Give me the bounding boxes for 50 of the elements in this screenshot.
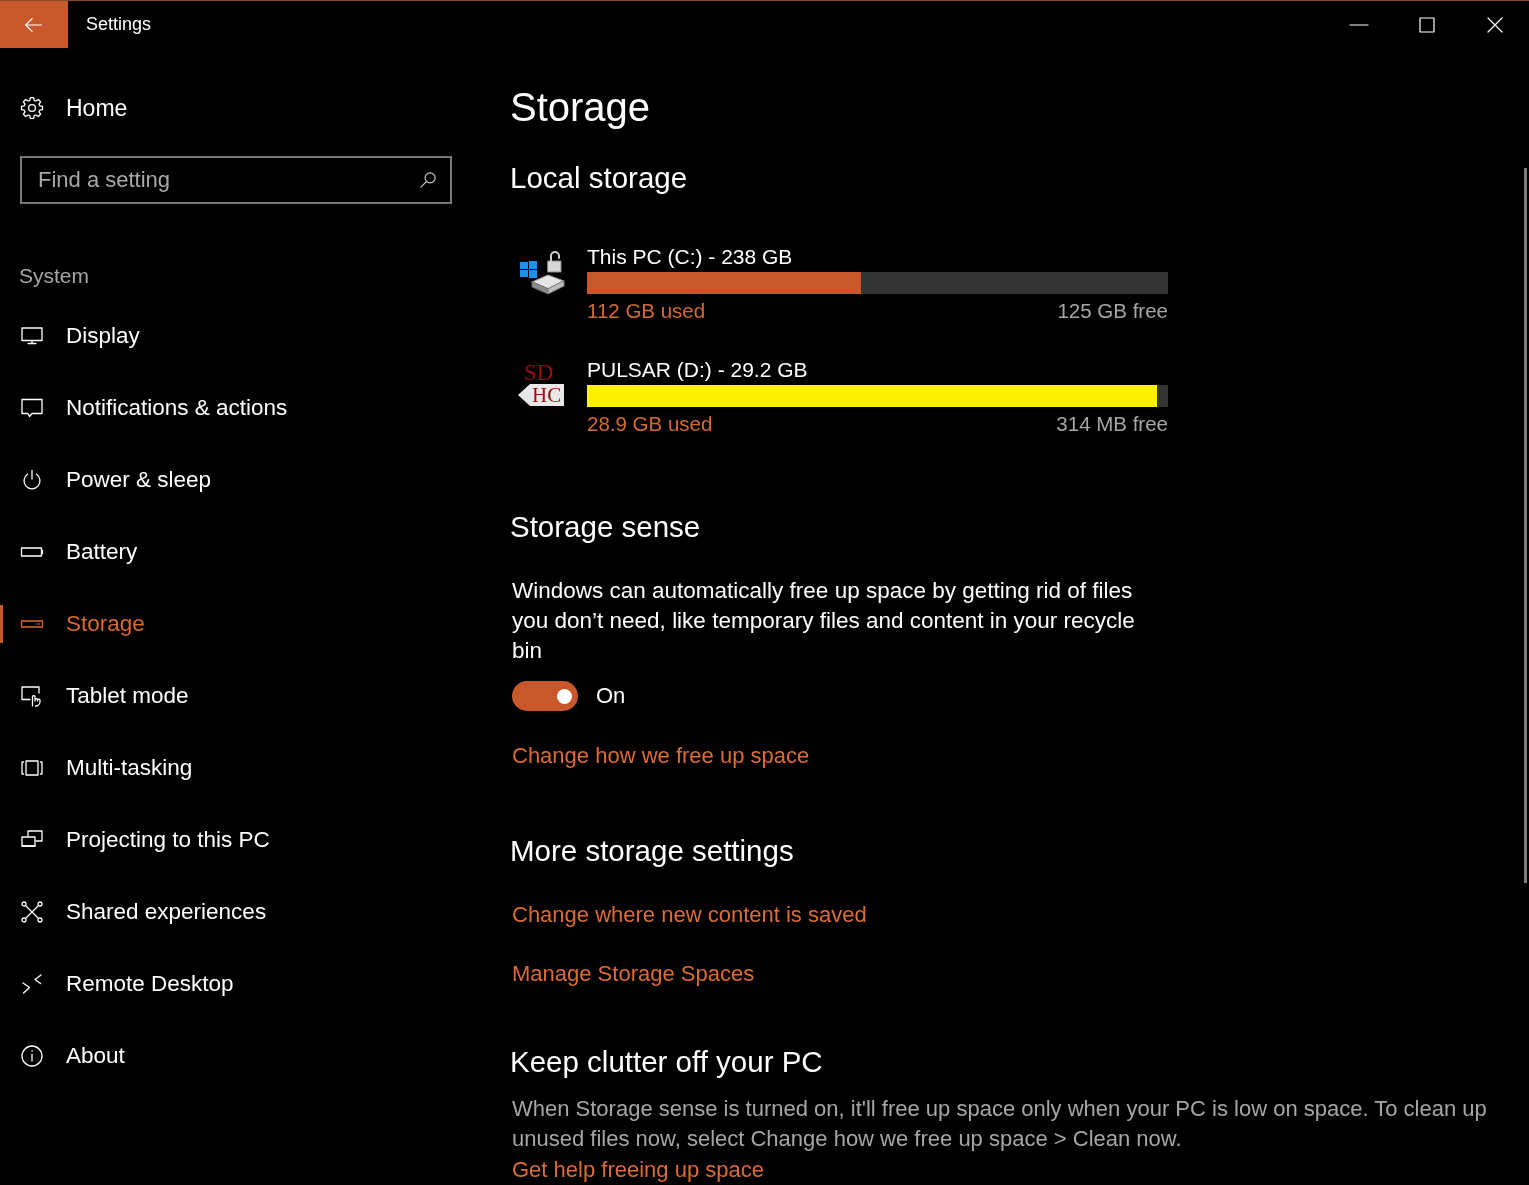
text-link[interactable]: Get help freeing up space xyxy=(512,1159,764,1181)
sidebar-item[interactable]: Multi-tasking xyxy=(0,746,201,790)
section-heading: Keep clutter off your PC xyxy=(510,1044,823,1080)
power-icon xyxy=(20,468,44,492)
free-space-label: 125 GB free xyxy=(1057,298,1168,324)
maximize-icon xyxy=(1419,16,1435,33)
description-text: Windows can automatically free up space by getting rid of files you don’t need, like temporary files and content in your recycle bin xyxy=(512,577,1136,665)
selection-indicator xyxy=(0,605,3,643)
tablet-hand-icon xyxy=(20,684,44,708)
drive-tip-icon xyxy=(518,384,530,406)
sidebar-item[interactable]: Display xyxy=(0,314,148,358)
toggle-state-label: On xyxy=(596,683,626,709)
icon-caption: SD xyxy=(524,361,554,384)
close-icon xyxy=(1487,16,1503,33)
section-label: System xyxy=(19,263,89,290)
toggle-switch[interactable] xyxy=(512,681,578,711)
text-link[interactable]: Change how we free up space xyxy=(512,743,810,769)
home-button[interactable]: Home xyxy=(0,86,136,130)
network-nodes-icon xyxy=(20,900,44,924)
sidebar-item[interactable]: About xyxy=(0,1034,133,1078)
gear-icon xyxy=(20,96,44,120)
minimize-icon xyxy=(1349,23,1369,26)
sidebar-item[interactable]: Power & sleep xyxy=(0,458,220,502)
locked-drive-icon xyxy=(518,248,566,296)
sidebar-item[interactable]: Remote Desktop xyxy=(0,962,242,1006)
sidebar-item[interactable]: Shared experiences xyxy=(0,890,275,934)
scrollbar[interactable] xyxy=(1524,168,1527,883)
sidebar-item[interactable]: Tablet mode xyxy=(0,674,197,718)
speech-bubble-icon xyxy=(20,396,44,420)
used-space-label: 112 GB used xyxy=(587,298,706,324)
drive-name: PULSAR (D:) - 29.2 GB xyxy=(587,357,809,383)
section-heading: More storage settings xyxy=(510,833,794,869)
sidebar-item[interactable]: Notifications & actions xyxy=(0,386,296,430)
used-space-label: 28.9 GB used xyxy=(587,411,713,437)
section-heading: Storage sense xyxy=(510,509,701,545)
info-icon xyxy=(20,1044,44,1068)
search-field[interactable]: Find a setting xyxy=(20,156,452,204)
sidebar-item[interactable]: Storage xyxy=(0,602,153,646)
drive-name: This PC (C:) - 238 GB xyxy=(587,244,794,270)
description-text: When Storage sense is turned on, it'll free up space only when your PC is low on space. To clean up unused files now, select Change how we free up space > Clean now. xyxy=(512,1095,1488,1153)
free-space-label: 314 MB free xyxy=(1056,411,1168,437)
sidebar-item[interactable]: Projecting to this PC xyxy=(0,818,278,862)
sidebar-item[interactable]: Battery xyxy=(0,530,146,574)
text-link[interactable]: Change where new content is saved xyxy=(512,902,867,928)
page-title: Storage xyxy=(510,84,651,131)
text-link[interactable]: Manage Storage Spaces xyxy=(512,961,755,987)
window-title: Settings xyxy=(86,13,152,36)
search-icon xyxy=(418,170,438,190)
section-heading: Local storage xyxy=(510,160,688,196)
chevrons-icon xyxy=(20,972,44,996)
